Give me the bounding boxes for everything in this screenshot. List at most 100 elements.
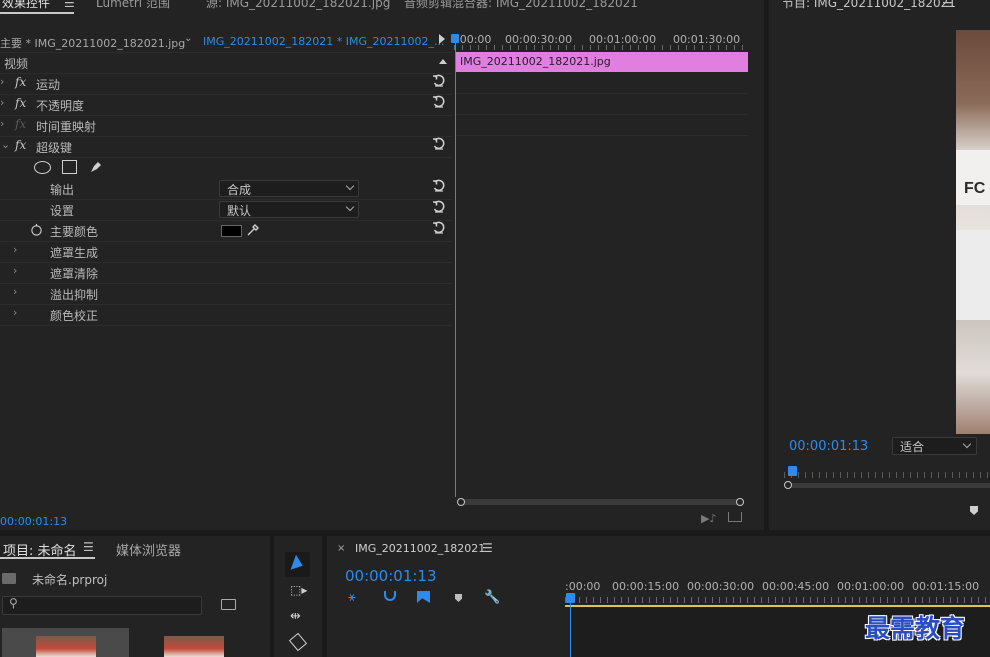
subgroup-label: 遮罩清除 bbox=[50, 267, 99, 281]
zoom-dropdown[interactable]: 适合 bbox=[892, 437, 977, 455]
reset-icon[interactable] bbox=[432, 179, 446, 193]
setting-value: 默认 bbox=[227, 204, 252, 218]
effect-row-motion[interactable]: › fx 运动 bbox=[0, 73, 452, 95]
close-icon[interactable]: × bbox=[337, 543, 345, 554]
playhead-line[interactable] bbox=[455, 35, 456, 497]
fx-icon[interactable]: fx bbox=[15, 96, 26, 110]
scroll-handle-left[interactable] bbox=[784, 481, 792, 489]
output-dropdown[interactable]: 合成 bbox=[219, 180, 359, 197]
playhead-handle[interactable] bbox=[451, 34, 459, 43]
ruler-label: :00:00 bbox=[565, 580, 601, 593]
subgroup-row[interactable]: › 溢出抑制 bbox=[0, 283, 452, 305]
zoom-scrollbar[interactable] bbox=[458, 499, 744, 505]
program-scroll-bar[interactable] bbox=[789, 483, 990, 488]
expand-timeline-icon[interactable] bbox=[439, 34, 445, 44]
snap-magnet-icon[interactable] bbox=[384, 591, 396, 601]
scroll-handle-left[interactable] bbox=[457, 498, 465, 506]
reset-icon[interactable] bbox=[432, 137, 446, 151]
panel-menu-icon[interactable]: ☰ bbox=[83, 540, 94, 554]
stopwatch-icon[interactable] bbox=[30, 223, 43, 236]
effect-name-opacity: 不透明度 bbox=[36, 99, 85, 113]
thumbnail-item[interactable] bbox=[2, 628, 129, 657]
fx-icon[interactable]: fx bbox=[15, 138, 26, 152]
fx-icon[interactable]: fx bbox=[15, 75, 26, 89]
linked-selection-icon[interactable] bbox=[417, 591, 430, 603]
video-section-row: 视频 bbox=[0, 52, 452, 74]
ellipse-mask-icon[interactable] bbox=[34, 161, 51, 174]
collapse-up-icon[interactable] bbox=[439, 59, 447, 64]
video-section-label: 视频 bbox=[4, 57, 29, 71]
output-row: 输出 合成 bbox=[0, 178, 452, 200]
program-playhead[interactable] bbox=[788, 466, 797, 476]
subgroup-label: 颜色校正 bbox=[50, 309, 99, 323]
reset-icon[interactable] bbox=[432, 200, 446, 214]
chevron-right-icon[interactable]: › bbox=[0, 96, 4, 109]
source-clip-label[interactable]: 主要 * IMG_20211002_182021.jpg bbox=[0, 35, 185, 51]
scroll-handle-right[interactable] bbox=[736, 498, 744, 506]
panel-menu-icon[interactable]: ☰ bbox=[942, 0, 953, 10]
setting-dropdown[interactable]: 默认 bbox=[219, 201, 359, 218]
tab-audio-mixer[interactable]: 音频剪辑混合器: IMG_20211002_182021 bbox=[404, 0, 638, 11]
thumbnail-item[interactable] bbox=[135, 628, 262, 657]
razor-tool-icon[interactable] bbox=[288, 632, 308, 652]
effect-name-ultra-key: 超级键 bbox=[36, 141, 73, 155]
panel-menu-icon[interactable]: ☰ bbox=[482, 541, 493, 555]
clip-header: 主要 * IMG_20211002_182021.jpg ⌄ IMG_20211… bbox=[0, 31, 452, 53]
track-select-tool-icon[interactable]: ⬚▸ bbox=[290, 583, 307, 597]
clip-bar[interactable]: IMG_20211002_182021.jpg bbox=[456, 52, 748, 72]
effect-row-time-remap[interactable]: › fx 时间重映射 bbox=[0, 115, 452, 137]
effect-row-ultra-key[interactable]: ⌄ fx 超级键 bbox=[0, 136, 452, 158]
timeline-playhead-line[interactable] bbox=[570, 602, 571, 657]
arrow-pointer-icon bbox=[290, 554, 306, 574]
subgroup-row[interactable]: › 遮罩生成 bbox=[0, 241, 452, 263]
tab-source[interactable]: 源: IMG_20211002_182021.jpg bbox=[206, 0, 390, 11]
subgroup-row[interactable]: › 遮罩清除 bbox=[0, 262, 452, 284]
chevron-right-icon[interactable]: › bbox=[13, 264, 17, 277]
ripple-edit-tool-icon[interactable]: ⇹ bbox=[290, 609, 301, 624]
ec-timeline[interactable]: :00:00 00:00:30:00 00:01:00:00 00:01:30:… bbox=[451, 31, 748, 506]
timeline-timecode[interactable]: 00:00:01:13 bbox=[345, 567, 437, 585]
chevron-right-icon[interactable]: › bbox=[0, 75, 4, 88]
tab-lumetri-scopes[interactable]: Lumetri 范围 bbox=[96, 0, 170, 11]
audio-scrub-icon[interactable]: ▶♪ bbox=[701, 512, 716, 525]
program-monitor-panel: 节目: IMG_20211002_182021 ☰ FC 00:00:01:13… bbox=[769, 0, 990, 530]
chevron-right-icon[interactable]: › bbox=[13, 306, 17, 319]
chevron-right-icon[interactable]: › bbox=[0, 117, 4, 130]
effect-row-opacity[interactable]: › fx 不透明度 bbox=[0, 94, 452, 116]
chevron-down-icon[interactable]: ⌄ bbox=[184, 33, 192, 44]
add-marker-icon[interactable] bbox=[455, 594, 462, 602]
new-bin-icon[interactable] bbox=[221, 599, 236, 610]
ec-timeline-ruler[interactable]: :00:00 00:00:30:00 00:01:00:00 00:01:30:… bbox=[454, 31, 748, 50]
nest-icon[interactable]: ⚹ bbox=[348, 590, 356, 605]
program-timecode[interactable]: 00:00:01:13 bbox=[789, 439, 868, 454]
sequence-tab[interactable]: IMG_20211002_182021 bbox=[355, 542, 485, 555]
chevron-down-icon[interactable]: ⌄ bbox=[1, 138, 10, 151]
key-color-swatch[interactable] bbox=[221, 225, 242, 237]
sequence-clip-label[interactable]: IMG_20211002_182021 * IMG_20211002_... bbox=[203, 35, 444, 48]
selection-tool-button[interactable] bbox=[285, 552, 310, 577]
export-icon[interactable] bbox=[728, 512, 742, 522]
thumbnail-image bbox=[36, 636, 96, 657]
active-tab-underline bbox=[0, 12, 74, 14]
search-input[interactable]: ⚲ bbox=[2, 596, 202, 615]
ruler-label: 00:00:45:00 bbox=[762, 580, 830, 593]
reset-icon[interactable] bbox=[432, 74, 446, 88]
pen-mask-icon[interactable] bbox=[89, 160, 103, 174]
panel-menu-icon[interactable]: ☰ bbox=[64, 0, 75, 10]
rectangle-mask-icon[interactable] bbox=[62, 160, 77, 174]
chevron-right-icon[interactable]: › bbox=[13, 285, 17, 298]
work-area-bar[interactable] bbox=[565, 605, 990, 607]
ec-timecode[interactable]: 00:00:01:13 bbox=[0, 515, 67, 528]
tab-effect-controls[interactable]: 效果控件 bbox=[2, 0, 50, 11]
reset-icon[interactable] bbox=[432, 221, 446, 235]
eyedropper-icon[interactable] bbox=[246, 223, 260, 237]
marker-icon[interactable] bbox=[970, 506, 978, 515]
reset-icon[interactable] bbox=[432, 95, 446, 109]
tab-media-browser[interactable]: 媒体浏览器 bbox=[116, 540, 181, 559]
subgroup-row[interactable]: › 颜色校正 bbox=[0, 304, 452, 326]
timeline-ruler[interactable]: :00:00 00:00:15:00 00:00:30:00 00:00:45:… bbox=[565, 576, 990, 607]
chevron-right-icon[interactable]: › bbox=[13, 243, 17, 256]
wrench-icon[interactable]: 🔧 bbox=[484, 590, 500, 605]
program-monitor-title[interactable]: 节目: IMG_20211002_182021 bbox=[782, 0, 956, 11]
program-scrubber-ticks[interactable] bbox=[784, 472, 990, 478]
